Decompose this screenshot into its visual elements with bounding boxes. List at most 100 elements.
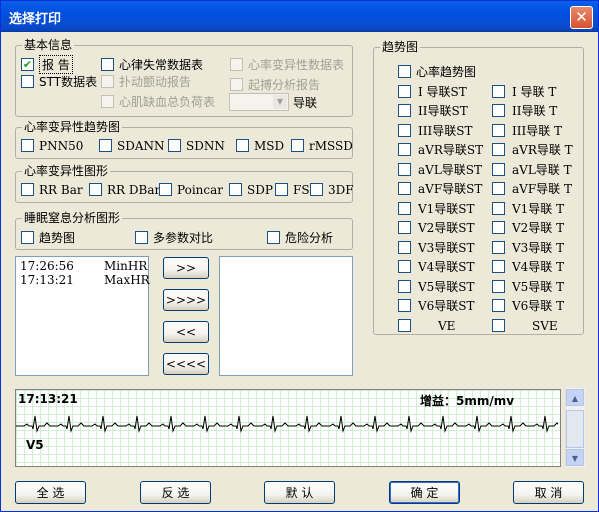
lead-v6-t-checkbox[interactable]: V6导联 T: [492, 298, 564, 313]
sdann-label: SDANN: [117, 138, 165, 153]
arrhythmia-table-checkbox[interactable]: 心律失常数据表: [101, 57, 203, 72]
multi-param-checkbox[interactable]: 多参数对比: [135, 230, 213, 245]
lead-v5-t-label: V5导联 T: [512, 280, 565, 294]
lead-v6-st-checkbox[interactable]: V6导联ST: [398, 298, 475, 313]
lead-avl-t-checkbox[interactable]: aVL导联 T: [492, 162, 572, 177]
window-title: 选择打印: [9, 12, 62, 27]
arrow-down-icon[interactable]: ▼: [566, 449, 584, 466]
arrow-up-icon[interactable]: ▲: [566, 389, 584, 406]
lead-avl-st-checkbox[interactable]: aVL导联ST: [398, 162, 482, 177]
lead-avr-st-checkbox[interactable]: aVR导联ST: [398, 142, 483, 157]
lead-avf-st-checkbox[interactable]: aVF导联ST: [398, 181, 482, 196]
lead-v6-t-label: V6导联 T: [512, 299, 565, 313]
lead-avl-t-label: aVL导联 T: [512, 163, 572, 177]
stt-table-checkbox[interactable]: STT数据表: [21, 74, 97, 89]
lead-i-t-checkbox[interactable]: I 导联 T: [492, 84, 556, 99]
ok-button[interactable]: 确 定: [389, 481, 460, 504]
lead-avf-t-checkbox[interactable]: aVF导联 T: [492, 181, 572, 196]
list-item-time: 17:26:56: [20, 259, 74, 273]
lead-i-st-checkbox[interactable]: I 导联ST: [398, 84, 467, 99]
lead-v3-t-label: V3导联 T: [512, 241, 565, 255]
list-item-time: 17:13:21: [20, 273, 74, 287]
check-icon: ✔: [21, 58, 34, 71]
sve-checkbox[interactable]: SVE: [492, 318, 558, 333]
rr-bar-checkbox[interactable]: RR Bar: [21, 182, 83, 197]
lead-v2-st-checkbox[interactable]: V2导联ST: [398, 220, 475, 235]
ecg-waveform: [16, 415, 558, 433]
lead-v4-st-checkbox[interactable]: V4导联ST: [398, 259, 475, 274]
ecg-trace: [16, 415, 558, 433]
ischemia-table-checkbox: 心肌缺血总负荷表: [101, 94, 215, 109]
sdnn-checkbox[interactable]: SDNN: [168, 138, 225, 153]
lead-v3-t-checkbox[interactable]: V3导联 T: [492, 240, 564, 255]
lead-v1-t-label: V1导联 T: [512, 202, 565, 216]
rmssd-checkbox[interactable]: rMSSD: [291, 138, 353, 153]
lead-v2-t-label: V2导联 T: [512, 221, 565, 235]
risk-analysis-label: 危险分析: [285, 231, 334, 245]
lead-ii-t-checkbox[interactable]: II导联 T: [492, 103, 557, 118]
event-list[interactable]: 17:26:56 MinHR 17:13:21 MaxHR: [15, 256, 150, 376]
flutter-report-label: 扑动颤动报告: [119, 75, 192, 89]
sdp-checkbox[interactable]: SDP: [229, 182, 273, 197]
remove-all-button[interactable]: <<<<: [163, 353, 209, 375]
apnea-trend-checkbox[interactable]: 趋势图: [21, 230, 75, 245]
hr-trend-label: 心率趋势图: [416, 65, 477, 79]
selected-list[interactable]: [219, 256, 353, 376]
lead-avr-t-checkbox[interactable]: aVR导联 T: [492, 142, 573, 157]
sdann-checkbox[interactable]: SDANN: [99, 138, 165, 153]
rmssd-label: rMSSD: [309, 138, 353, 153]
chevron-down-icon: ▼: [273, 95, 287, 109]
select-all-button[interactable]: 全 选: [15, 481, 86, 504]
pnn50-checkbox[interactable]: PNN50: [21, 138, 83, 153]
trend-group-label: 趋势图: [380, 40, 421, 54]
fs-checkbox[interactable]: FS: [275, 182, 310, 197]
3df-checkbox[interactable]: 3DF: [310, 182, 354, 197]
rr-bar-label: RR Bar: [39, 182, 83, 197]
list-item[interactable]: 17:13:21 MaxHR: [20, 273, 150, 287]
arrhythmia-table-label: 心律失常数据表: [119, 58, 204, 72]
lead-v4-st-label: V4导联ST: [418, 260, 475, 274]
poincar-checkbox[interactable]: Poincar: [159, 182, 223, 197]
add-all-button[interactable]: >>>>: [163, 289, 209, 311]
lead-ii-st-label: II导联ST: [418, 104, 468, 118]
3df-label: 3DF: [328, 182, 354, 197]
msd-checkbox[interactable]: MSD: [236, 138, 284, 153]
lead-v3-st-checkbox[interactable]: V3导联ST: [398, 240, 475, 255]
report-checkbox[interactable]: ✔ 报 告: [21, 55, 73, 74]
pacing-report-label: 起搏分析报告: [248, 78, 321, 92]
close-icon: ✕: [575, 8, 588, 26]
risk-analysis-checkbox[interactable]: 危险分析: [267, 230, 333, 245]
lead-avr-st-label: aVR导联ST: [418, 143, 484, 157]
cancel-button[interactable]: 取 消: [513, 481, 584, 504]
ecg-scrollbar[interactable]: ▲ ▼: [565, 388, 585, 467]
lead-v1-t-checkbox[interactable]: V1导联 T: [492, 201, 564, 216]
add-button[interactable]: >>: [163, 257, 209, 279]
close-button[interactable]: ✕: [570, 6, 593, 29]
lead-v4-t-checkbox[interactable]: V4导联 T: [492, 259, 564, 274]
ve-checkbox[interactable]: VE: [398, 318, 455, 333]
invert-selection-button[interactable]: 反 选: [140, 481, 211, 504]
lead-ii-st-checkbox[interactable]: II导联ST: [398, 103, 468, 118]
lead-iii-st-checkbox[interactable]: III导联ST: [398, 123, 472, 138]
rr-dbar-checkbox[interactable]: RR DBar: [89, 182, 160, 197]
lead-iii-t-checkbox[interactable]: III导联 T: [492, 123, 562, 138]
scroll-thumb[interactable]: [566, 410, 584, 448]
hr-trend-checkbox[interactable]: 心率趋势图: [398, 64, 476, 79]
print-select-dialog: 选择打印 ✕ 基本信息 ✔ 报 告 心律失常数据表 心率变异性数据表 STT数据…: [0, 0, 599, 512]
remove-button[interactable]: <<: [163, 321, 209, 343]
default-button[interactable]: 默 认: [264, 481, 335, 504]
flutter-report-checkbox: 扑动颤动报告: [101, 74, 191, 89]
lead-v5-t-checkbox[interactable]: V5导联 T: [492, 279, 564, 294]
hrv-table-checkbox: 心率变异性数据表: [230, 57, 344, 72]
lead-avf-t-label: aVF导联 T: [512, 182, 572, 196]
lead-v5-st-checkbox[interactable]: V5导联ST: [398, 279, 475, 294]
list-item[interactable]: 17:26:56 MinHR: [20, 259, 147, 273]
msd-label: MSD: [254, 138, 285, 153]
lead-v5-st-label: V5导联ST: [418, 280, 475, 294]
lead-v2-t-checkbox[interactable]: V2导联 T: [492, 220, 564, 235]
lead-iii-t-label: III导联 T: [512, 124, 563, 138]
title-bar: 选择打印 ✕: [1, 1, 598, 32]
lead-v1-st-checkbox[interactable]: V1导联ST: [398, 201, 475, 216]
lead-avl-st-label: aVL导联ST: [418, 163, 483, 177]
sve-label: SVE: [532, 318, 558, 333]
